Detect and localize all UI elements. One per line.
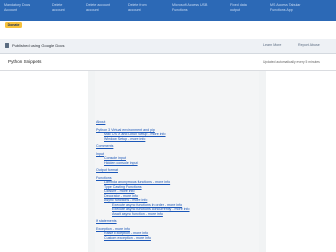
nav-link[interactable]: Delete account: [52, 3, 65, 12]
nav-link-line: account: [86, 7, 99, 12]
nav-link-line: Account: [4, 7, 17, 12]
donate-button[interactable]: Donate: [5, 22, 22, 28]
nav-link[interactable]: Delete from account: [128, 3, 147, 12]
nav-link[interactable]: Mandatory Docs Account: [4, 3, 30, 12]
donate-bar: [0, 21, 336, 31]
nav-link-line: Mandatory Docs: [4, 3, 31, 7]
nav-link[interactable]: MS Access Tabular Functions App: [270, 3, 301, 12]
nav-link[interactable]: Microsoft Access USB Functions: [172, 3, 207, 12]
payment-cards: [3, 30, 33, 43]
table-of-contents: About Python 3 Virtual environment and pi…: [96, 120, 190, 240]
nav-link-line: Functions App: [270, 7, 293, 12]
published-text: Published using Google Docs: [12, 43, 65, 48]
nav-link-line: output: [230, 7, 240, 12]
nav-link-line: Functions: [172, 7, 188, 12]
toc-link[interactable]: Custom exception - more info: [96, 236, 190, 241]
nav-link-line: account: [52, 7, 65, 12]
docs-icon: [5, 43, 9, 48]
nav-link[interactable]: Delete account account: [86, 3, 110, 12]
nav-link-line: MS Access Tabular: [270, 3, 301, 7]
learn-more-link[interactable]: Learn More: [263, 43, 281, 47]
doc-updated-note: Updated automatically every 5 minutes: [263, 60, 320, 64]
nav-link-line: Microsoft Access USB: [172, 3, 208, 7]
top-nav: Mandatory Docs Account Delete account Delete…: [0, 0, 336, 21]
nav-link-line: Fixed data: [230, 3, 247, 7]
nav-link[interactable]: Fixed data output: [230, 3, 247, 12]
nav-link-line: account: [128, 7, 141, 12]
report-abuse-link[interactable]: Report Abuse: [298, 43, 320, 47]
doc-title: Python Snippets: [8, 59, 42, 64]
nav-link-line: Delete account: [86, 3, 110, 7]
nav-link-line: Delete from: [128, 3, 147, 7]
